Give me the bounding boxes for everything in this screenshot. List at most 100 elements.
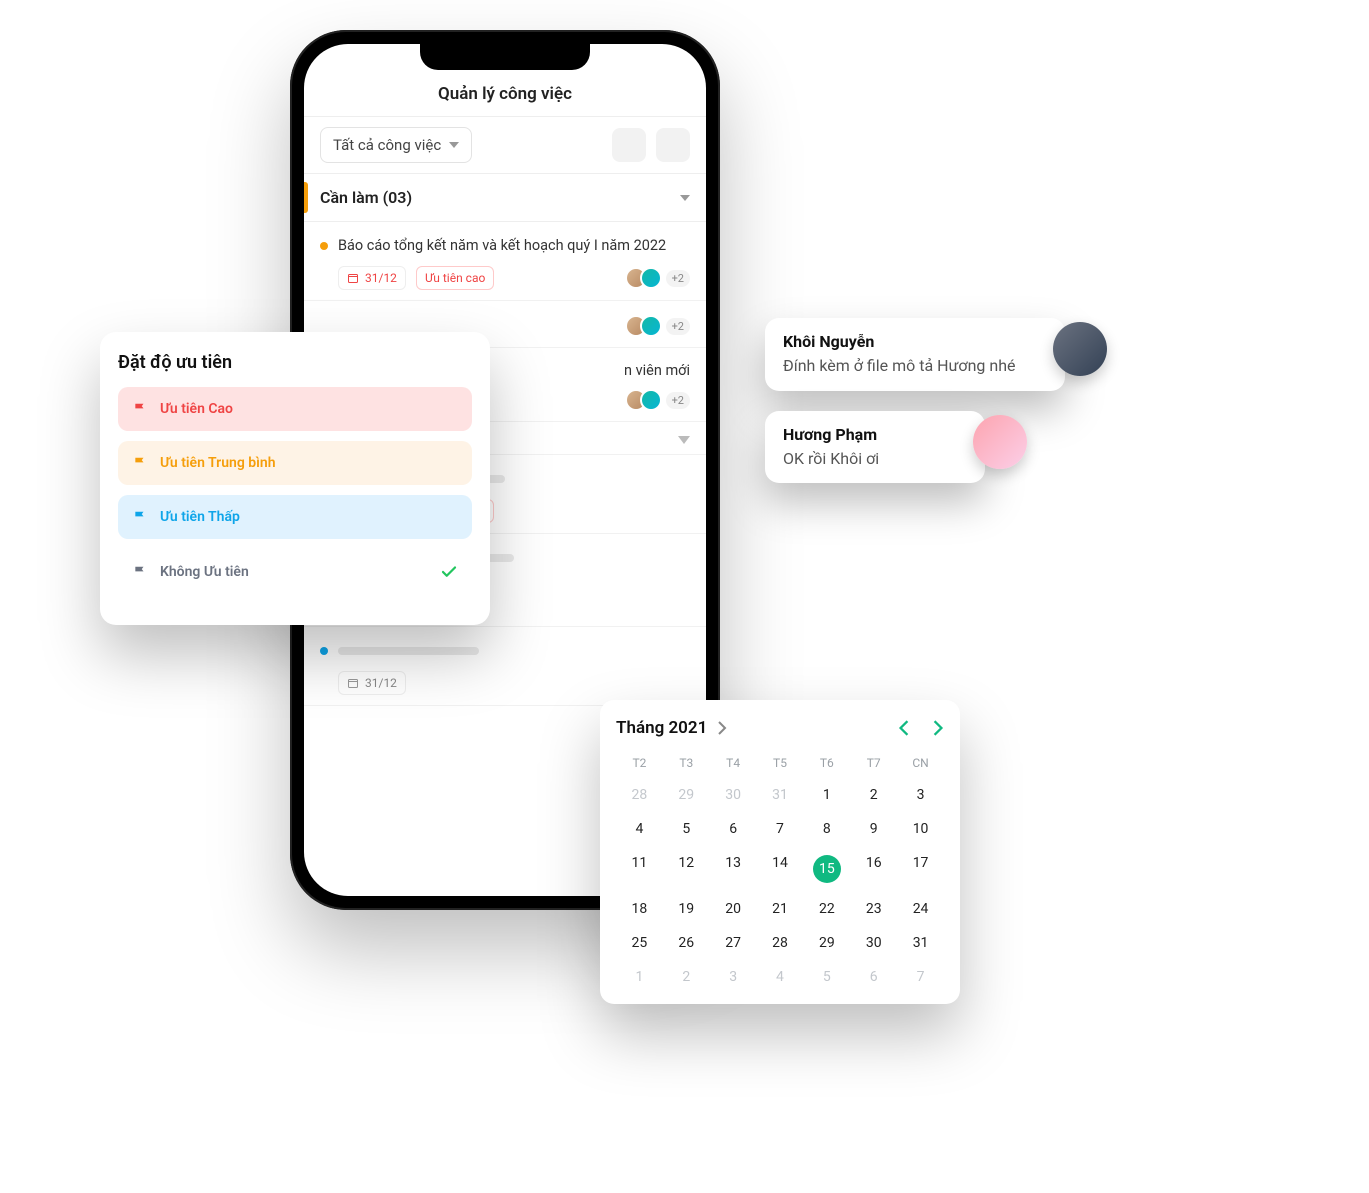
calendar-day[interactable]: 5: [663, 812, 710, 846]
chat-bubble: Khôi Nguyễn Đính kèm ở file mô tả Hương …: [765, 318, 1065, 391]
page-title: Quản lý công việc: [324, 84, 686, 104]
calendar-day[interactable]: 4: [616, 812, 663, 846]
calendar-day[interactable]: 6: [850, 960, 897, 994]
section-todo-label: Cần làm (03): [320, 188, 412, 207]
toolbar-icon-1[interactable]: [612, 128, 646, 162]
calendar-day[interactable]: 17: [897, 846, 944, 892]
avatar: [973, 415, 1027, 469]
calendar-day[interactable]: 6: [710, 812, 757, 846]
avatar: [640, 315, 662, 337]
calendar-day[interactable]: 30: [710, 778, 757, 812]
priority-chip[interactable]: Ưu tiên cao: [416, 266, 494, 290]
calendar-day[interactable]: 26: [663, 926, 710, 960]
calendar-day[interactable]: 1: [803, 778, 850, 812]
calendar-day[interactable]: 12: [663, 846, 710, 892]
priority-text: Ưu tiên cao: [425, 271, 485, 285]
calendar-day[interactable]: 21: [757, 892, 804, 926]
toolbar-icon-2[interactable]: [656, 128, 690, 162]
section-todo[interactable]: Cần làm (03): [304, 174, 706, 222]
priority-modal-title: Đặt độ ưu tiên: [118, 352, 472, 373]
avatar-group[interactable]: +2: [625, 315, 690, 337]
calendar-day[interactable]: 27: [710, 926, 757, 960]
calendar-day[interactable]: 24: [897, 892, 944, 926]
chat-sender: Hương Phạm: [783, 425, 967, 444]
calendar-day[interactable]: 2: [850, 778, 897, 812]
calendar-day[interactable]: 16: [850, 846, 897, 892]
calendar-widget: Tháng 2021 T2T3T4T5T6T7CN 28293031123456…: [600, 700, 960, 1004]
chat-bubble: Hương Phạm OK rồi Khôi ơi: [765, 411, 985, 484]
priority-option-medium[interactable]: Ưu tiên Trung bình: [118, 441, 472, 485]
calendar-day[interactable]: 5: [803, 960, 850, 994]
calendar-day[interactable]: 4: [757, 960, 804, 994]
priority-option-high[interactable]: Ưu tiên Cao: [118, 387, 472, 431]
weekday-label: CN: [897, 748, 944, 778]
calendar-day[interactable]: 25: [616, 926, 663, 960]
calendar-day[interactable]: 2: [663, 960, 710, 994]
prev-month-button[interactable]: [898, 720, 910, 736]
filter-label: Tất cả công việc: [333, 136, 441, 154]
calendar-day[interactable]: 7: [897, 960, 944, 994]
task-item[interactable]: Báo cáo tổng kết năm và kết hoạch quý I …: [304, 222, 706, 301]
calendar-day[interactable]: 28: [757, 926, 804, 960]
skeleton-line: [338, 647, 479, 655]
calendar-day[interactable]: 10: [897, 812, 944, 846]
calendar-day[interactable]: 15: [803, 846, 850, 892]
calendar-icon: [347, 677, 359, 689]
next-month-button[interactable]: [932, 720, 944, 736]
priority-modal: Đặt độ ưu tiên Ưu tiên Cao Ưu tiên Trung…: [100, 332, 490, 625]
weekday-label: T3: [663, 748, 710, 778]
calendar-day[interactable]: 1: [616, 960, 663, 994]
calendar-day[interactable]: 31: [897, 926, 944, 960]
task-item[interactable]: 31/12: [304, 627, 706, 706]
weekday-label: T6: [803, 748, 850, 778]
calendar-day[interactable]: 19: [663, 892, 710, 926]
priority-option-none[interactable]: Không Ưu tiên: [118, 549, 472, 595]
calendar-day[interactable]: 29: [803, 926, 850, 960]
more-count: +2: [666, 392, 690, 409]
calendar-day[interactable]: 8: [803, 812, 850, 846]
calendar-day[interactable]: 3: [897, 778, 944, 812]
avatar: [640, 267, 662, 289]
flag-icon: [132, 510, 148, 524]
caret-down-icon: [449, 142, 459, 148]
calendar-day[interactable]: 20: [710, 892, 757, 926]
calendar-day[interactable]: 30: [850, 926, 897, 960]
calendar-day[interactable]: 7: [757, 812, 804, 846]
weekday-label: T2: [616, 748, 663, 778]
calendar-day[interactable]: 29: [663, 778, 710, 812]
due-chip[interactable]: 31/12: [338, 671, 406, 695]
weekday-label: T7: [850, 748, 897, 778]
avatar-group[interactable]: +2: [625, 267, 690, 289]
flag-icon: [132, 565, 148, 579]
calendar-day[interactable]: 22: [803, 892, 850, 926]
chat-sender: Khôi Nguyễn: [783, 332, 1047, 351]
calendar-day[interactable]: 14: [757, 846, 804, 892]
calendar-day[interactable]: 18: [616, 892, 663, 926]
weekday-label: T4: [710, 748, 757, 778]
calendar-day[interactable]: 13: [710, 846, 757, 892]
calendar-day[interactable]: 23: [850, 892, 897, 926]
avatar: [1053, 322, 1107, 376]
more-count: +2: [666, 270, 690, 287]
due-chip[interactable]: 31/12: [338, 266, 406, 290]
due-text: 31/12: [365, 271, 397, 285]
filter-dropdown[interactable]: Tất cả công việc: [320, 127, 472, 163]
calendar-day[interactable]: 11: [616, 846, 663, 892]
calendar-day[interactable]: 3: [710, 960, 757, 994]
calendar-day[interactable]: 31: [757, 778, 804, 812]
calendar-day[interactable]: 9: [850, 812, 897, 846]
status-dot-icon: [320, 647, 328, 655]
caret-down-icon: [678, 436, 690, 444]
chat-thread: Khôi Nguyễn Đính kèm ở file mô tả Hương …: [765, 318, 1065, 503]
priority-label: Không Ưu tiên: [160, 564, 249, 580]
calendar-day[interactable]: 28: [616, 778, 663, 812]
priority-label: Ưu tiên Cao: [160, 401, 233, 417]
priority-option-low[interactable]: Ưu tiên Thấp: [118, 495, 472, 539]
phone-notch: [420, 44, 590, 70]
calendar-weekdays: T2T3T4T5T6T7CN: [616, 748, 944, 778]
chat-message: OK rồi Khôi ơi: [783, 448, 967, 470]
avatar-group[interactable]: +2: [625, 389, 690, 411]
calendar-grid: 2829303112345678910111213141516171819202…: [616, 778, 944, 994]
task-title: Báo cáo tổng kết năm và kết hoạch quý I …: [338, 236, 666, 256]
chevron-right-icon[interactable]: [717, 721, 727, 735]
